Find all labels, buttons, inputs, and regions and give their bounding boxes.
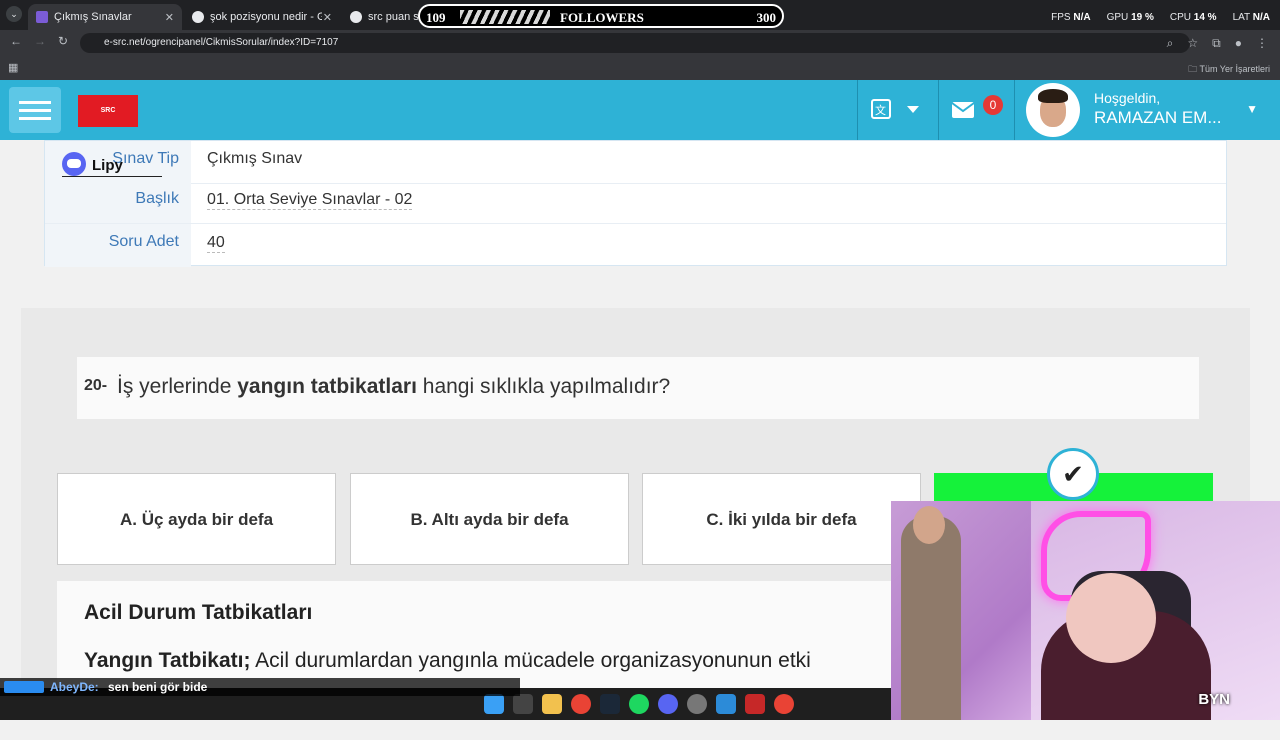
extensions-icon[interactable]: ⧉ (1212, 36, 1221, 51)
windows-start-icon[interactable] (484, 694, 504, 714)
zoom-icon[interactable]: ⌕ (1167, 36, 1174, 51)
info-value: 40 (207, 234, 225, 253)
followers-goal: 300 (756, 10, 777, 25)
search-icon[interactable] (513, 694, 533, 714)
site-header: SRC 文 0 Hoşgeldin, RAMAZAN EM... ▼ (0, 80, 1280, 140)
tab-title: şok pozisyonu nedir - Google'da (210, 11, 322, 23)
stream-logo: BYN (1198, 691, 1230, 708)
browser-tab-bar: ⌄ Çıkmış Sınavlar ✕ şok pozisyonu nedir … (0, 0, 1280, 30)
info-label: Başlık (45, 181, 191, 223)
webcam-overlay: BYN (891, 501, 1280, 720)
app-icon[interactable] (745, 694, 765, 714)
stat-cpu: CPU 14 % (1169, 12, 1217, 23)
stat-lat: LAT N/A (1232, 12, 1270, 23)
explanation-text: Yangın Tatbikatı; Acil durumlardan yangı… (84, 649, 811, 672)
envelope-icon (951, 102, 975, 118)
discord-overlay: Lipy (62, 152, 162, 178)
info-row-exam-type: Sınav Tip Çıkmış Sınav (45, 141, 1226, 184)
info-value: 01. Orta Seviye Sınavlar - 02 (207, 191, 413, 210)
tab-search-icon[interactable]: ⌄ (6, 6, 22, 22)
followers-progress-fill (460, 10, 550, 24)
answer-option-a[interactable]: A. Üç ayda bir defa (57, 473, 336, 565)
tab-google-search[interactable]: şok pozisyonu nedir - Google'da ✕ (184, 4, 340, 30)
header-divider (938, 80, 939, 140)
chevron-down-icon: ▼ (1246, 102, 1258, 116)
app-icon[interactable] (716, 694, 736, 714)
question-number: 20- (84, 377, 108, 394)
tab-cikmis-sinavlar[interactable]: Çıkmış Sınavlar ✕ (28, 4, 182, 30)
chat-badges-icon (4, 681, 44, 693)
info-value: Çıkmış Sınav (207, 150, 303, 167)
profile-icon[interactable]: ● (1235, 36, 1242, 51)
performance-stats: FPS N/A GPU 19 % CPU 14 % LAT N/A (1051, 12, 1270, 23)
avatar (1026, 83, 1080, 137)
tab-title: src puan sınırı (368, 11, 418, 23)
apps-grid-icon[interactable]: ▦ (8, 61, 18, 74)
spotify-icon[interactable] (629, 694, 649, 714)
discord-user-name: Lipy (92, 157, 123, 174)
chrome-icon[interactable] (571, 694, 591, 714)
forward-arrow-icon[interactable]: → (34, 34, 46, 48)
steam-icon[interactable] (600, 694, 620, 714)
header-divider (1014, 80, 1015, 140)
followers-label: FOLLOWERS (560, 10, 644, 25)
mail-count-badge: 0 (983, 95, 1003, 115)
language-dropdown[interactable]: 文 (858, 80, 938, 140)
answer-option-c[interactable]: C. İki yılda bir defa (642, 473, 921, 565)
followers-current: 109 (426, 10, 446, 25)
back-arrow-icon[interactable]: ← (10, 34, 22, 48)
bookmarks-bar: ▦ 🗀 Tüm Yer İşaretleri (0, 56, 1280, 80)
stat-gpu: GPU 19 % (1106, 12, 1154, 23)
translate-icon: 文 (871, 99, 919, 119)
obs-icon[interactable] (687, 694, 707, 714)
close-tab-icon[interactable]: ✕ (323, 11, 332, 24)
stat-fps: FPS N/A (1051, 12, 1091, 23)
file-explorer-icon[interactable] (542, 694, 562, 714)
site-favicon-icon (36, 11, 48, 23)
question-text: İş yerlerinde yangın tatbikatları hangi … (117, 375, 671, 398)
greeting-text: Hoşgeldin, (1094, 90, 1161, 106)
browser-menu-icon[interactable]: ⋮ (1256, 36, 1268, 51)
explanation-heading: Acil Durum Tatbikatları (84, 601, 313, 624)
address-bar-row: ← → ↻ e-src.net/ogrencipanel/CikmisSorul… (0, 30, 1280, 56)
site-logo[interactable]: SRC (78, 95, 138, 127)
bookmark-star-icon[interactable]: ☆ (1187, 36, 1198, 51)
tab-src-puan[interactable]: src puan sınırı (342, 4, 418, 30)
chrome-active-icon[interactable] (774, 694, 794, 714)
check-icon: ✔ (1047, 448, 1099, 500)
reload-icon[interactable]: ↻ (58, 34, 68, 48)
hamburger-menu-button[interactable] (9, 87, 61, 133)
info-row-question-count: Soru Adet 40 (45, 224, 1226, 267)
google-favicon-icon (350, 11, 362, 23)
discord-app-icon[interactable] (658, 694, 678, 714)
close-tab-icon[interactable]: ✕ (165, 11, 174, 24)
discord-icon (62, 152, 86, 176)
url-field[interactable]: e-src.net/ogrencipanel/CikmisSorular/ind… (80, 33, 1190, 53)
info-row-title: Başlık 01. Orta Seviye Sınavlar - 02 (45, 181, 1226, 224)
exam-info-table: Sınav Tip Çıkmış Sınav Başlık 01. Orta S… (44, 140, 1227, 267)
messages-button[interactable]: 0 (940, 80, 1014, 140)
svg-text:文: 文 (875, 103, 886, 117)
answer-option-b[interactable]: B. Altı ayda bir defa (350, 473, 629, 565)
tab-title: Çıkmış Sınavlar (54, 11, 132, 23)
chat-text: sen beni gör bide (108, 680, 208, 694)
question-box: 20- İş yerlerinde yangın tatbikatları ha… (77, 357, 1199, 419)
google-favicon-icon (192, 11, 204, 23)
user-menu[interactable]: Hoşgeldin, RAMAZAN EM... ▼ (1016, 80, 1280, 140)
followers-goal-bar: 109 FOLLOWERS 300 (418, 4, 784, 28)
info-label: Soru Adet (45, 224, 191, 267)
address-actions: ⌕ ☆ ⧉ ● ⋮ (1167, 36, 1268, 51)
all-bookmarks[interactable]: 🗀 Tüm Yer İşaretleri (1188, 62, 1270, 78)
stream-chat-message: AbeyDe: sen beni gör bide (0, 678, 520, 696)
user-name: RAMAZAN EM... (1094, 108, 1222, 127)
